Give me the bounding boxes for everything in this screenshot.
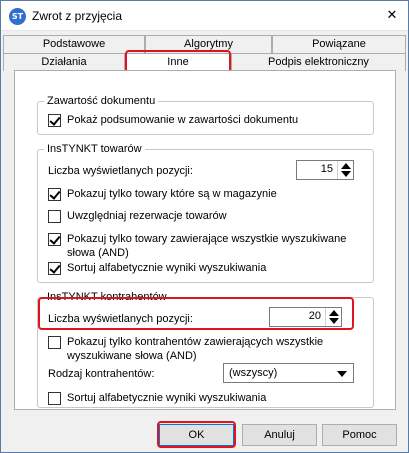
label-line: Pokazuj tylko towary zawierające wszystk… [67, 233, 347, 245]
arrow-down-icon[interactable] [341, 171, 351, 177]
goods-count-spinner[interactable]: 15 [296, 160, 354, 180]
checkbox-label: Sortuj alfabetycznie wyniki wyszukiwania [67, 262, 267, 274]
tab-inne[interactable]: Inne [125, 53, 231, 71]
contractors-count-spinner[interactable]: 20 [269, 307, 342, 327]
window-title: Zwrot z przyjęcia [32, 9, 123, 23]
spinner-arrows[interactable] [325, 308, 341, 326]
select-value: (wszyscy) [229, 367, 278, 379]
checkbox-show-summary[interactable] [48, 114, 61, 127]
ok-button[interactable]: OK [159, 424, 234, 446]
contractor-kind-label: Rodzaj kontrahentów: [48, 368, 155, 380]
checkbox-row-show-summary[interactable]: Pokaż podsumowanie w zawartości dokument… [48, 113, 298, 127]
checkbox-label: Sortuj alfabetycznie wyniki wyszukiwania [67, 392, 267, 404]
label-line: słowa (AND) [67, 247, 129, 259]
help-button[interactable]: Pomoc [322, 424, 397, 446]
tab-dzialania[interactable]: Działania [3, 53, 125, 71]
tab-panel-inne: Zawartość dokumentu Pokaż podsumowanie w… [14, 70, 396, 410]
checkbox-label: Pokazuj tylko kontrahentów zawierających… [67, 335, 323, 363]
checkbox-label: Uwzględniaj rezerwacje towarów [67, 210, 227, 222]
close-button[interactable]: ✕ [382, 7, 402, 25]
arrow-up-icon[interactable] [329, 310, 339, 316]
checkbox-row-goods-all-words[interactable]: Pokazuj tylko towary zawierające wszystk… [48, 232, 346, 260]
tab-podstawowe[interactable]: Podstawowe [3, 35, 145, 53]
chevron-down-icon[interactable] [337, 371, 347, 377]
tab-podpis-elektroniczny[interactable]: Podpis elektroniczny [231, 53, 406, 71]
arrow-up-icon[interactable] [341, 163, 351, 169]
label-line: wyszukiwane słowa (AND) [67, 350, 197, 362]
checkbox-row-reservations[interactable]: Uwzględniaj rezerwacje towarów [48, 209, 227, 223]
contractors-count-label: Liczba wyświetlanych pozycji: [48, 313, 193, 325]
checkbox-goods-all-words[interactable] [48, 233, 61, 246]
goods-count-label: Liczba wyświetlanych pozycji: [48, 165, 193, 177]
cancel-button[interactable]: Anuluj [242, 424, 317, 446]
arrow-down-icon[interactable] [329, 318, 339, 324]
checkbox-contractors-sort[interactable] [48, 392, 61, 405]
tab-algorytmy[interactable]: Algorytmy [145, 35, 272, 53]
spinner-value: 20 [308, 310, 321, 322]
checkbox-contractors-all-words[interactable] [48, 336, 61, 349]
group-legend: InsTYNKT towarów [47, 143, 142, 155]
group-legend: InsTYNKT kontrahentów [47, 291, 167, 303]
checkbox-row-contractors-sort[interactable]: Sortuj alfabetycznie wyniki wyszukiwania [48, 391, 266, 405]
contractor-kind-select[interactable]: (wszyscy) [223, 363, 354, 383]
checkbox-row-only-in-stock[interactable]: Pokazuj tylko towary które są w magazyni… [48, 187, 277, 201]
checkbox-goods-sort[interactable] [48, 262, 61, 275]
title-bar[interactable]: ST Zwrot z przyjęcia ✕ [1, 1, 408, 31]
checkbox-label: Pokaż podsumowanie w zawartości dokument… [67, 114, 299, 126]
checkbox-only-in-stock[interactable] [48, 188, 61, 201]
group-legend: Zawartość dokumentu [47, 95, 156, 107]
checkbox-row-goods-sort[interactable]: Sortuj alfabetycznie wyniki wyszukiwania [48, 261, 266, 275]
tab-powiazane[interactable]: Powiązane [272, 35, 406, 53]
spinner-arrows[interactable] [337, 161, 353, 179]
checkbox-label: Pokazuj tylko towary zawierające wszystk… [67, 232, 346, 260]
dialog-window: ST Zwrot z przyjęcia ✕ Podstawowe Algory… [0, 0, 409, 453]
label-line: Pokazuj tylko kontrahentów zawierających… [67, 336, 324, 348]
spinner-value: 15 [320, 163, 333, 175]
checkbox-row-contractors-all-words[interactable]: Pokazuj tylko kontrahentów zawierających… [48, 335, 323, 363]
app-icon: ST [9, 8, 26, 25]
checkbox-reservations[interactable] [48, 210, 61, 223]
checkbox-label: Pokazuj tylko towary które są w magazyni… [67, 188, 277, 200]
